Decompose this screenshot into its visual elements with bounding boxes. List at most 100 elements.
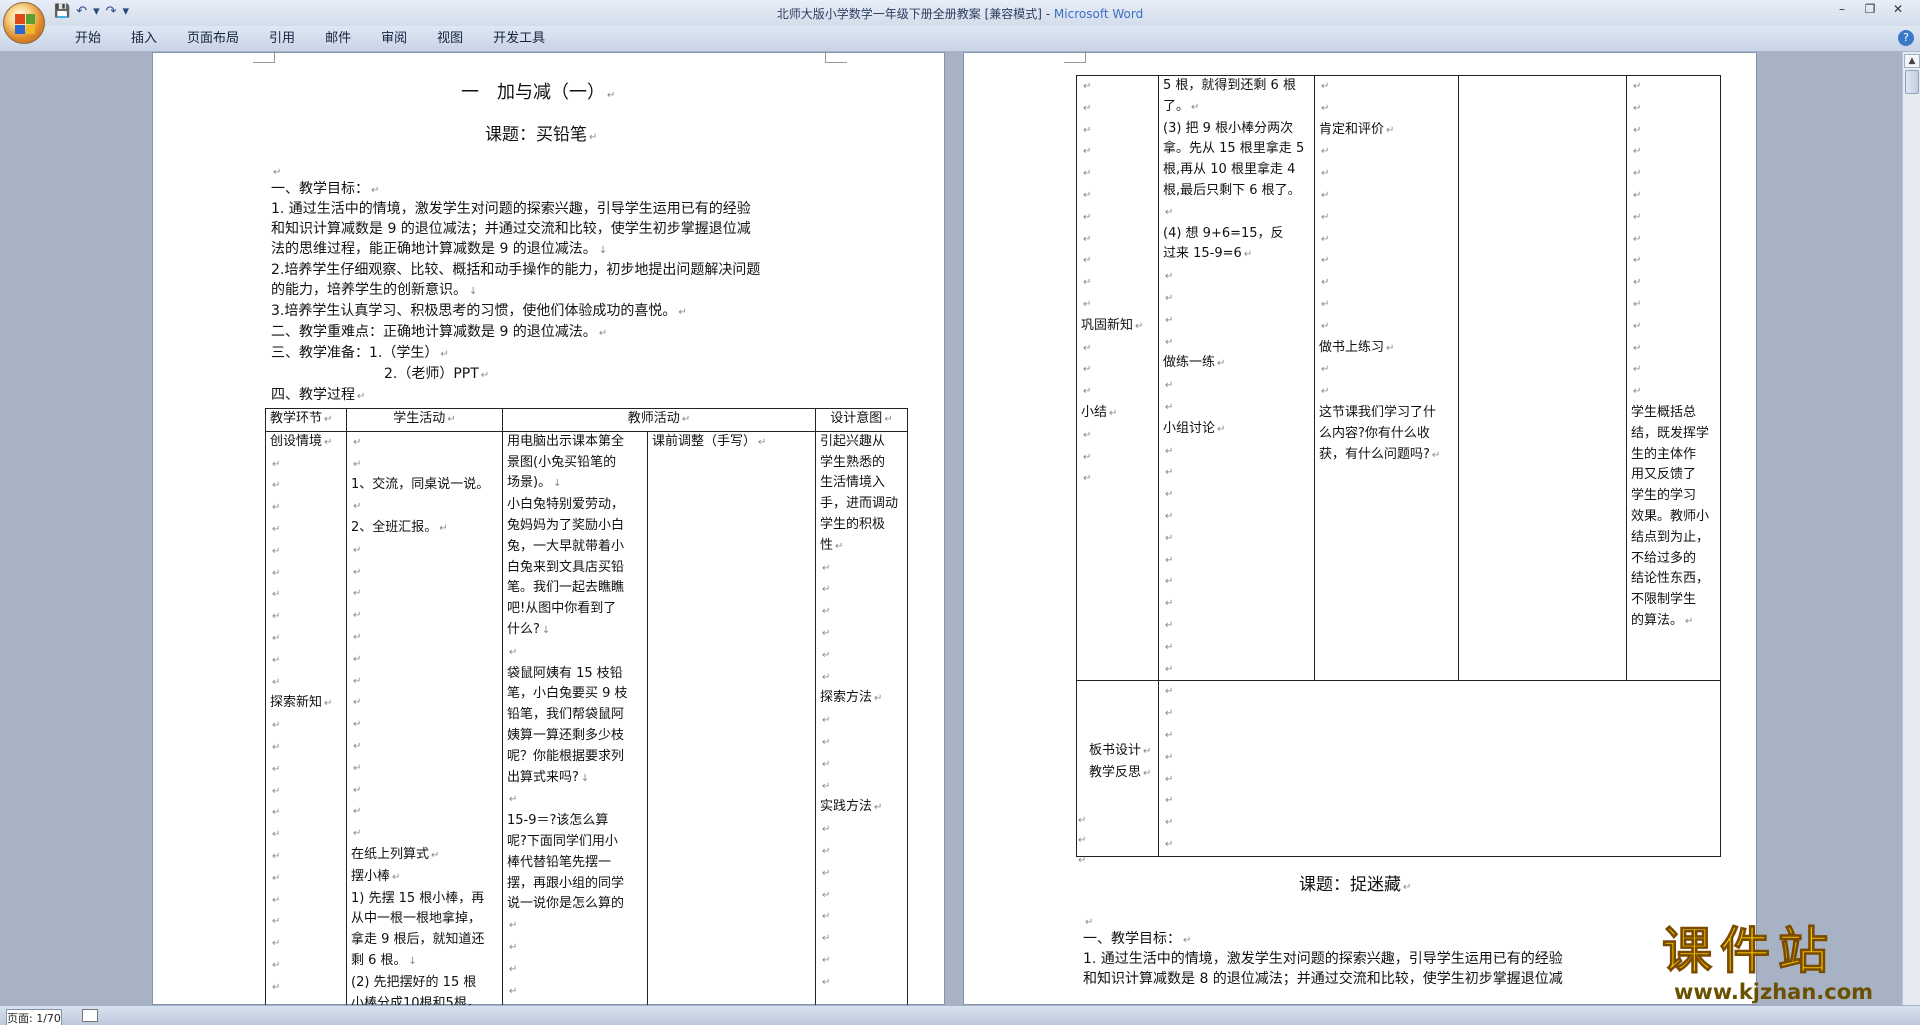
paragraph-mark: ↵	[1321, 168, 1330, 180]
ribbon-tab[interactable]: 页面布局	[172, 31, 254, 47]
lesson-process-table-continued: ↵ ↵ ↵ ↵ ↵ ↵ ↵ ↵ ↵ ↵ ↵ 巩固新知 ↵ ↵ ↵ ↵ 小结 ↵ ↵ ↵ ↵ 5 根，就得到还剩 6 根了…	[1076, 74, 1721, 857]
paragraph-mark: ↵	[1633, 233, 1642, 245]
restore-button[interactable]: ❐	[1862, 2, 1878, 16]
paragraph-mark: ↵	[822, 845, 831, 857]
office-button[interactable]	[3, 2, 45, 44]
student-activity-line: 从中一根一根地拿掉，	[351, 911, 482, 927]
vertical-scrollbar[interactable]: ▲	[1902, 52, 1920, 1005]
paragraph-mark: ↵	[1083, 277, 1092, 289]
design-intent-line: 学生概括总	[1631, 404, 1697, 420]
paragraph-mark: ↵	[353, 828, 362, 840]
student-activity-line: 剩 6 根。 ↓	[351, 952, 417, 968]
design-intent-line: 学生熟悉的	[820, 454, 886, 470]
ribbon-tab[interactable]: 引用	[254, 31, 310, 47]
teacher-activity-cell: 用电脑出示课本第全 景图(小兔买铅笔的 场景)。 ↓ 小白兔特别爱劳动， 兔妈妈为了奖励小…	[502, 430, 648, 1025]
paragraph-mark: ↵	[353, 566, 362, 578]
table-header-row: 教学环节 ↵ 学生活动 ↵ 教师活动 ↵ 设计意图 ↵	[265, 408, 908, 432]
design-intent-line: 不限制学生	[1631, 592, 1697, 608]
student-activity-line: 拿走 9 根后，就知道还	[351, 932, 485, 948]
teacher-activity-line: 场景)。 ↓	[507, 475, 562, 491]
paragraph-mark: ↵	[1633, 102, 1642, 114]
adjustment-cell: 课前调整（手写） ↵	[647, 430, 816, 1025]
ribbon-tab[interactable]: 插入	[116, 31, 172, 47]
paragraph-mark: ↵	[1083, 81, 1092, 92]
paragraph-mark: ↵	[1083, 189, 1092, 201]
student-activity-line: 1) 先摆 15 根小棒，再	[351, 890, 485, 906]
student-activity-cell: 5 根，就得到还剩 6 根了。 ↵ (3) 把 9 根小棒分两次 拿。先从 15 根里…	[1158, 74, 1315, 682]
header-cell: 教学环节 ↵	[265, 408, 347, 432]
paragraph-mark: ↵	[272, 959, 281, 971]
paragraph-mark: ↵	[1165, 401, 1174, 413]
ribbon-tab[interactable]: 审阅	[366, 31, 422, 47]
teacher-activity-line: 用电脑出示课本第全	[507, 433, 625, 449]
paragraph-mark: ↵	[272, 654, 281, 666]
scrollbar-thumb[interactable]	[1905, 70, 1919, 94]
paragraph-mark: ↵	[1083, 342, 1092, 354]
paragraph-mark: ↵	[822, 889, 831, 901]
paragraph-mark: ↵	[822, 976, 831, 988]
objectives-heading: 一、教学目标： ↵	[271, 181, 380, 197]
student-activity-line: 根,再从 10 根里拿走 4	[1163, 162, 1296, 178]
minimize-button[interactable]: –	[1834, 2, 1850, 16]
paragraph-mark: ↵	[1321, 364, 1330, 376]
paragraph-mark: ↵	[272, 785, 281, 797]
paragraph-mark: ↵	[1083, 298, 1092, 310]
student-activity-line: 5 根，就得到还剩 6 根	[1163, 78, 1296, 93]
paragraph-mark: ↵	[1165, 532, 1174, 544]
document-page-right: ↵ ↵ ↵ ↵ ↵ ↵ ↵ ↵ ↵ ↵ ↵ 巩固新知 ↵ ↵ ↵ ↵ 小结 ↵ ↵ ↵ ↵ 5 根，就得到还剩 6 根了…	[963, 51, 1757, 1005]
site-watermark: 课件站 www.kjzhan.com	[1662, 922, 1902, 1008]
document-title: 北师大版小学数学一年级下册全册教案 [兼容模式] -	[776, 7, 1054, 21]
paragraph-mark: ↵	[1165, 795, 1174, 807]
paragraph-mark: ↵	[1321, 211, 1330, 223]
design-intent-line: 探索方法 ↵	[820, 690, 883, 706]
page-indicator[interactable]: 页面: 1/70	[6, 1009, 62, 1025]
paragraph-mark: ↵	[1633, 146, 1642, 158]
design-intent-line: 结论性东西，	[1631, 571, 1710, 587]
help-icon[interactable]: ?	[1898, 30, 1914, 46]
student-activity-line: 2、全班汇报。 ↵	[351, 519, 448, 535]
design-intent-line: 手，进而调动	[820, 496, 899, 512]
close-button[interactable]: ✕	[1890, 2, 1906, 16]
paragraph-mark: ↵	[272, 523, 281, 535]
paragraph-mark: ↵	[1165, 489, 1174, 501]
design-intent-line: 用又反馈了	[1631, 467, 1697, 483]
paragraph-mark: ↵	[272, 611, 281, 623]
design-intent-line: 学生的学习	[1631, 488, 1697, 504]
board-design-label-cell: 板书设计 ↵ 教学反思 ↵	[1076, 680, 1159, 857]
paragraph-mark: ↵	[1083, 429, 1092, 441]
stage-label: 小结 ↵	[1081, 404, 1118, 420]
teacher-activity-line: 兔，一大早就带着小	[507, 538, 625, 554]
paragraph-mark: ↵	[1165, 554, 1174, 566]
proofing-status-icon[interactable]	[82, 1009, 98, 1022]
paragraph-mark: ↵	[272, 829, 281, 841]
paragraph-mark: ↵	[353, 653, 362, 665]
teacher-activity-cell: ↵ ↵ 肯定和评价 ↵ ↵ ↵ ↵ ↵ ↵ ↵ ↵ ↵ ↵ 做书上练习 ↵ ↵ ↵ 这节课我们学习了什 么内容?你有…	[1314, 74, 1459, 682]
ribbon-tab[interactable]: 视图	[422, 31, 478, 47]
paragraph-mark: ↵	[272, 545, 281, 557]
paragraph-mark: ↵	[353, 610, 362, 622]
header-cell: 设计意图 ↵	[815, 408, 908, 432]
paragraph-mark: ↵	[1165, 598, 1174, 610]
paragraph-mark: ↵	[1165, 729, 1174, 741]
preparation-line: 2.（老师）PPT ↵	[384, 366, 490, 382]
next-objective-line: 和知识计算减数是 8 的退位减法；并通过交流和比较，使学生初步掌握退位减	[1083, 971, 1563, 987]
paragraph-mark: ↵	[1321, 146, 1330, 158]
paragraph-mark: ↵	[822, 736, 831, 748]
paragraph-mark: ↵	[822, 584, 831, 596]
student-activity-line: 过来 15-9=6 ↵	[1163, 246, 1253, 262]
watermark-text: 课件站	[1662, 922, 1836, 981]
scroll-up-button[interactable]: ▲	[1904, 54, 1920, 68]
paragraph-mark: ↵	[353, 675, 362, 687]
paragraph-mark: ↵	[272, 916, 281, 928]
paragraph-mark: ↵	[822, 867, 831, 879]
paragraph-mark: ↵	[1083, 255, 1092, 267]
board-design-content-cell: ↵ ↵ ↵ ↵ ↵ ↵ ↵ ↵	[1158, 680, 1721, 857]
paragraph-mark: ↵	[353, 588, 362, 600]
paragraph-mark: ↵	[272, 938, 281, 950]
ribbon-tab[interactable]: 开始	[60, 31, 116, 47]
ribbon-tab[interactable]: 开发工具	[478, 31, 560, 47]
objective-line: 2.培养学生仔细观察、比较、概括和动手操作的能力，初步地提出问题解决问题	[271, 262, 761, 278]
paragraph-mark: ↵	[272, 589, 281, 601]
ribbon-tab[interactable]: 邮件	[310, 31, 366, 47]
teacher-activity-line: 姨算一算还剩多少枝	[507, 727, 625, 743]
